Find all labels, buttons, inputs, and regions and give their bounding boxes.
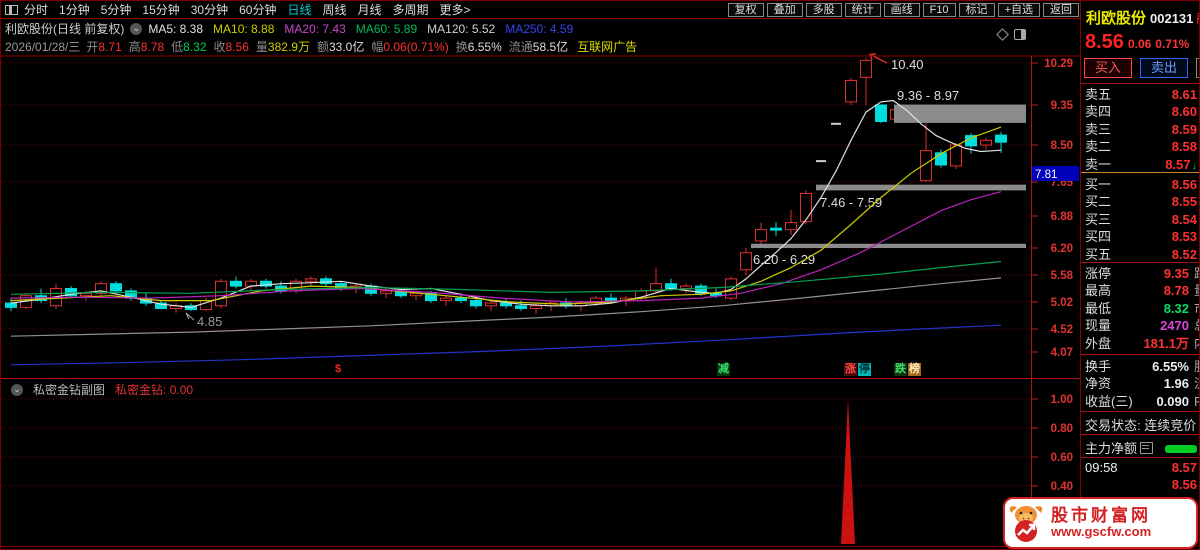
stat-row-最高: 最高8.78量 bbox=[1085, 282, 1199, 299]
down-arrow-icon: ↓ bbox=[1191, 159, 1198, 172]
indicator-name: 私密金钻副图 bbox=[33, 383, 106, 397]
svg-text:7.46 - 7.59: 7.46 - 7.59 bbox=[820, 195, 882, 210]
svg-text:10.29: 10.29 bbox=[1044, 58, 1073, 70]
candlestick-chart[interactable]: 10.299.358.507.656.886.205.585.024.524.0… bbox=[1, 1, 1081, 550]
stat-row-涨停: 涨停9.35跌 bbox=[1085, 265, 1199, 282]
event-marker-跌[interactable]: 跌 bbox=[894, 363, 907, 376]
trading-app-window: 分时 1分钟 5分钟 15分钟 30分钟 60分钟 日线 周线 月线 多周期 更多> 复权 叠加 多股统… bbox=[0, 0, 1200, 550]
margin-badge: 融 bbox=[1196, 12, 1199, 26]
trade-status: 交易状态: 连续竞价 bbox=[1085, 418, 1197, 433]
clipped-button[interactable] bbox=[1196, 58, 1199, 78]
svg-text:4.52: 4.52 bbox=[1051, 324, 1073, 336]
main-net-bar bbox=[1165, 445, 1198, 453]
sell-button[interactable]: 卖出 bbox=[1140, 58, 1188, 78]
tick-price-2: 8.56 bbox=[1171, 477, 1197, 492]
collapse-icon[interactable]: ⌄ bbox=[11, 383, 23, 396]
svg-text:8.50: 8.50 bbox=[1051, 140, 1073, 152]
svg-text:9.36 - 8.97: 9.36 - 8.97 bbox=[897, 88, 959, 103]
svg-text:0.60: 0.60 bbox=[1051, 452, 1073, 464]
watermark: 股市财富网 www.gscfw.com bbox=[1003, 497, 1198, 549]
svg-text:0.80: 0.80 bbox=[1051, 423, 1073, 435]
stat-row-现量: 现量2470总 bbox=[1085, 317, 1199, 334]
event-marker-涨[interactable]: 涨 bbox=[844, 363, 857, 376]
bull-logo-icon bbox=[1009, 506, 1043, 542]
svg-text:6.20: 6.20 bbox=[1051, 243, 1073, 255]
order-book-row-买五: 买五 8.52 bbox=[1085, 246, 1197, 262]
stat-row-换手: 换手6.55%股 bbox=[1085, 358, 1199, 375]
order-book-row-卖五: 卖五 8.61 bbox=[1085, 87, 1197, 102]
svg-text:9.35: 9.35 bbox=[1051, 100, 1074, 112]
order-book-row-买二: 买二 8.55 bbox=[1085, 194, 1197, 210]
clipped-label: 跌 bbox=[1194, 265, 1199, 282]
order-book-row-卖二: 卖二 8.58 bbox=[1085, 139, 1197, 155]
last-price: 8.56 bbox=[1085, 31, 1124, 53]
order-book-row-卖四: 卖四 8.60 bbox=[1085, 104, 1197, 120]
order-book-row-买一: 买一 8.56 bbox=[1085, 177, 1197, 192]
svg-text:5.02: 5.02 bbox=[1051, 297, 1073, 309]
stock-code: 002131 bbox=[1150, 11, 1194, 26]
clipped-label: 总 bbox=[1194, 317, 1199, 334]
clipped-label: 股 bbox=[1194, 358, 1199, 375]
svg-text:7.81: 7.81 bbox=[1035, 169, 1057, 181]
clipped-label: 流 bbox=[1194, 375, 1199, 392]
order-book-row-卖一: 卖一 8.57↓ bbox=[1085, 156, 1198, 172]
trade-buttons: 买入 卖出 bbox=[1084, 58, 1199, 78]
stock-name: 利欧股份 bbox=[1086, 10, 1147, 27]
clipped-label: P bbox=[1194, 393, 1199, 410]
svg-text:10.40: 10.40 bbox=[891, 57, 924, 72]
price-change-pct: 0.71% bbox=[1155, 37, 1190, 51]
price-row: 8.56 0.06 0.71% bbox=[1085, 31, 1189, 54]
clipped-label: 内 bbox=[1194, 335, 1199, 352]
order-book-row-买三: 买三 8.54 bbox=[1085, 211, 1197, 227]
svg-text:4.07: 4.07 bbox=[1051, 347, 1073, 359]
order-book-row-买四: 买四 8.53 bbox=[1085, 229, 1197, 245]
watermark-url: www.gscfw.com bbox=[1051, 524, 1152, 540]
price-change: 0.06 bbox=[1127, 37, 1152, 51]
event-marker-减[interactable]: 减 bbox=[717, 363, 730, 376]
main-net-row: 主力净额 bbox=[1085, 438, 1198, 457]
tick-row: 09:58 8.57 bbox=[1085, 460, 1197, 475]
stat-row-净资: 净资1.96流 bbox=[1085, 375, 1199, 392]
event-marker-榜[interactable]: 榜 bbox=[908, 363, 921, 376]
stat-row-收益(三): 收益(三)0.090P bbox=[1085, 393, 1199, 410]
order-book-row-卖三: 卖三 8.59 bbox=[1085, 121, 1197, 137]
panel-stock-title: 利欧股份002131融 bbox=[1086, 7, 1199, 28]
clipped-label: 量 bbox=[1194, 282, 1199, 299]
event-marker-$[interactable]: $ bbox=[334, 363, 342, 376]
buy-button[interactable]: 买入 bbox=[1084, 58, 1132, 78]
watermark-name: 股市财富网 bbox=[1051, 505, 1151, 525]
quote-panel: 利欧股份002131融 8.560.060.71% 买入 卖出 卖五8.61卖四… bbox=[1081, 1, 1199, 549]
main-net-label: 主力净额 bbox=[1085, 441, 1138, 456]
tick-time: 09:58 bbox=[1085, 460, 1118, 475]
svg-text:4.85: 4.85 bbox=[197, 314, 222, 329]
svg-text:1.00: 1.00 bbox=[1051, 394, 1073, 406]
svg-text:5.58: 5.58 bbox=[1051, 270, 1074, 282]
svg-text:0.40: 0.40 bbox=[1051, 481, 1073, 493]
list-icon[interactable] bbox=[1140, 442, 1154, 454]
svg-text:6.88: 6.88 bbox=[1051, 211, 1074, 223]
tick-price-1: 8.57 bbox=[1171, 460, 1197, 475]
clipped-label: 市 bbox=[1194, 300, 1199, 317]
stat-row-外盘: 外盘181.1万内 bbox=[1085, 335, 1199, 352]
stat-row-最低: 最低8.32市 bbox=[1085, 300, 1199, 317]
sub-indicator-header: ⌄ 私密金钻副图 私密金钻: 0.00 bbox=[5, 381, 193, 398]
event-marker-停[interactable]: 停 bbox=[858, 363, 871, 376]
indicator-value: 私密金钻: 0.00 bbox=[115, 383, 194, 397]
